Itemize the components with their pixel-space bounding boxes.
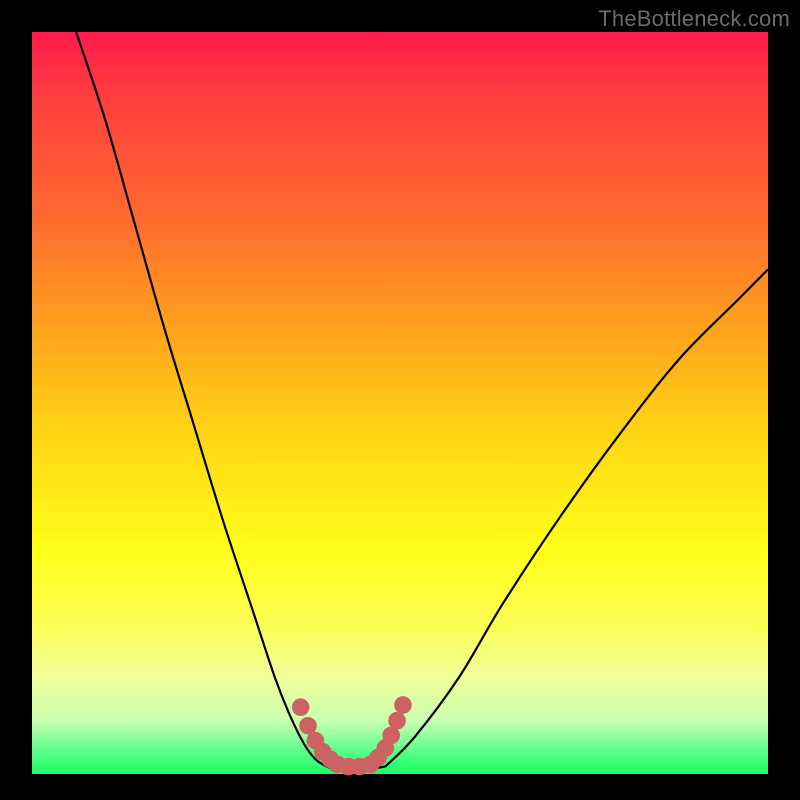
valley-marker <box>292 698 310 716</box>
plot-area <box>32 32 768 774</box>
valley-marker <box>394 696 412 714</box>
curve-right-branch <box>385 269 768 766</box>
valley-marker <box>388 712 406 730</box>
valley-marker-group <box>292 696 412 775</box>
watermark-text: TheBottleneck.com <box>598 6 790 32</box>
chart-frame: TheBottleneck.com <box>0 0 800 800</box>
curve-left-branch <box>76 32 326 767</box>
curves-layer <box>32 32 768 774</box>
